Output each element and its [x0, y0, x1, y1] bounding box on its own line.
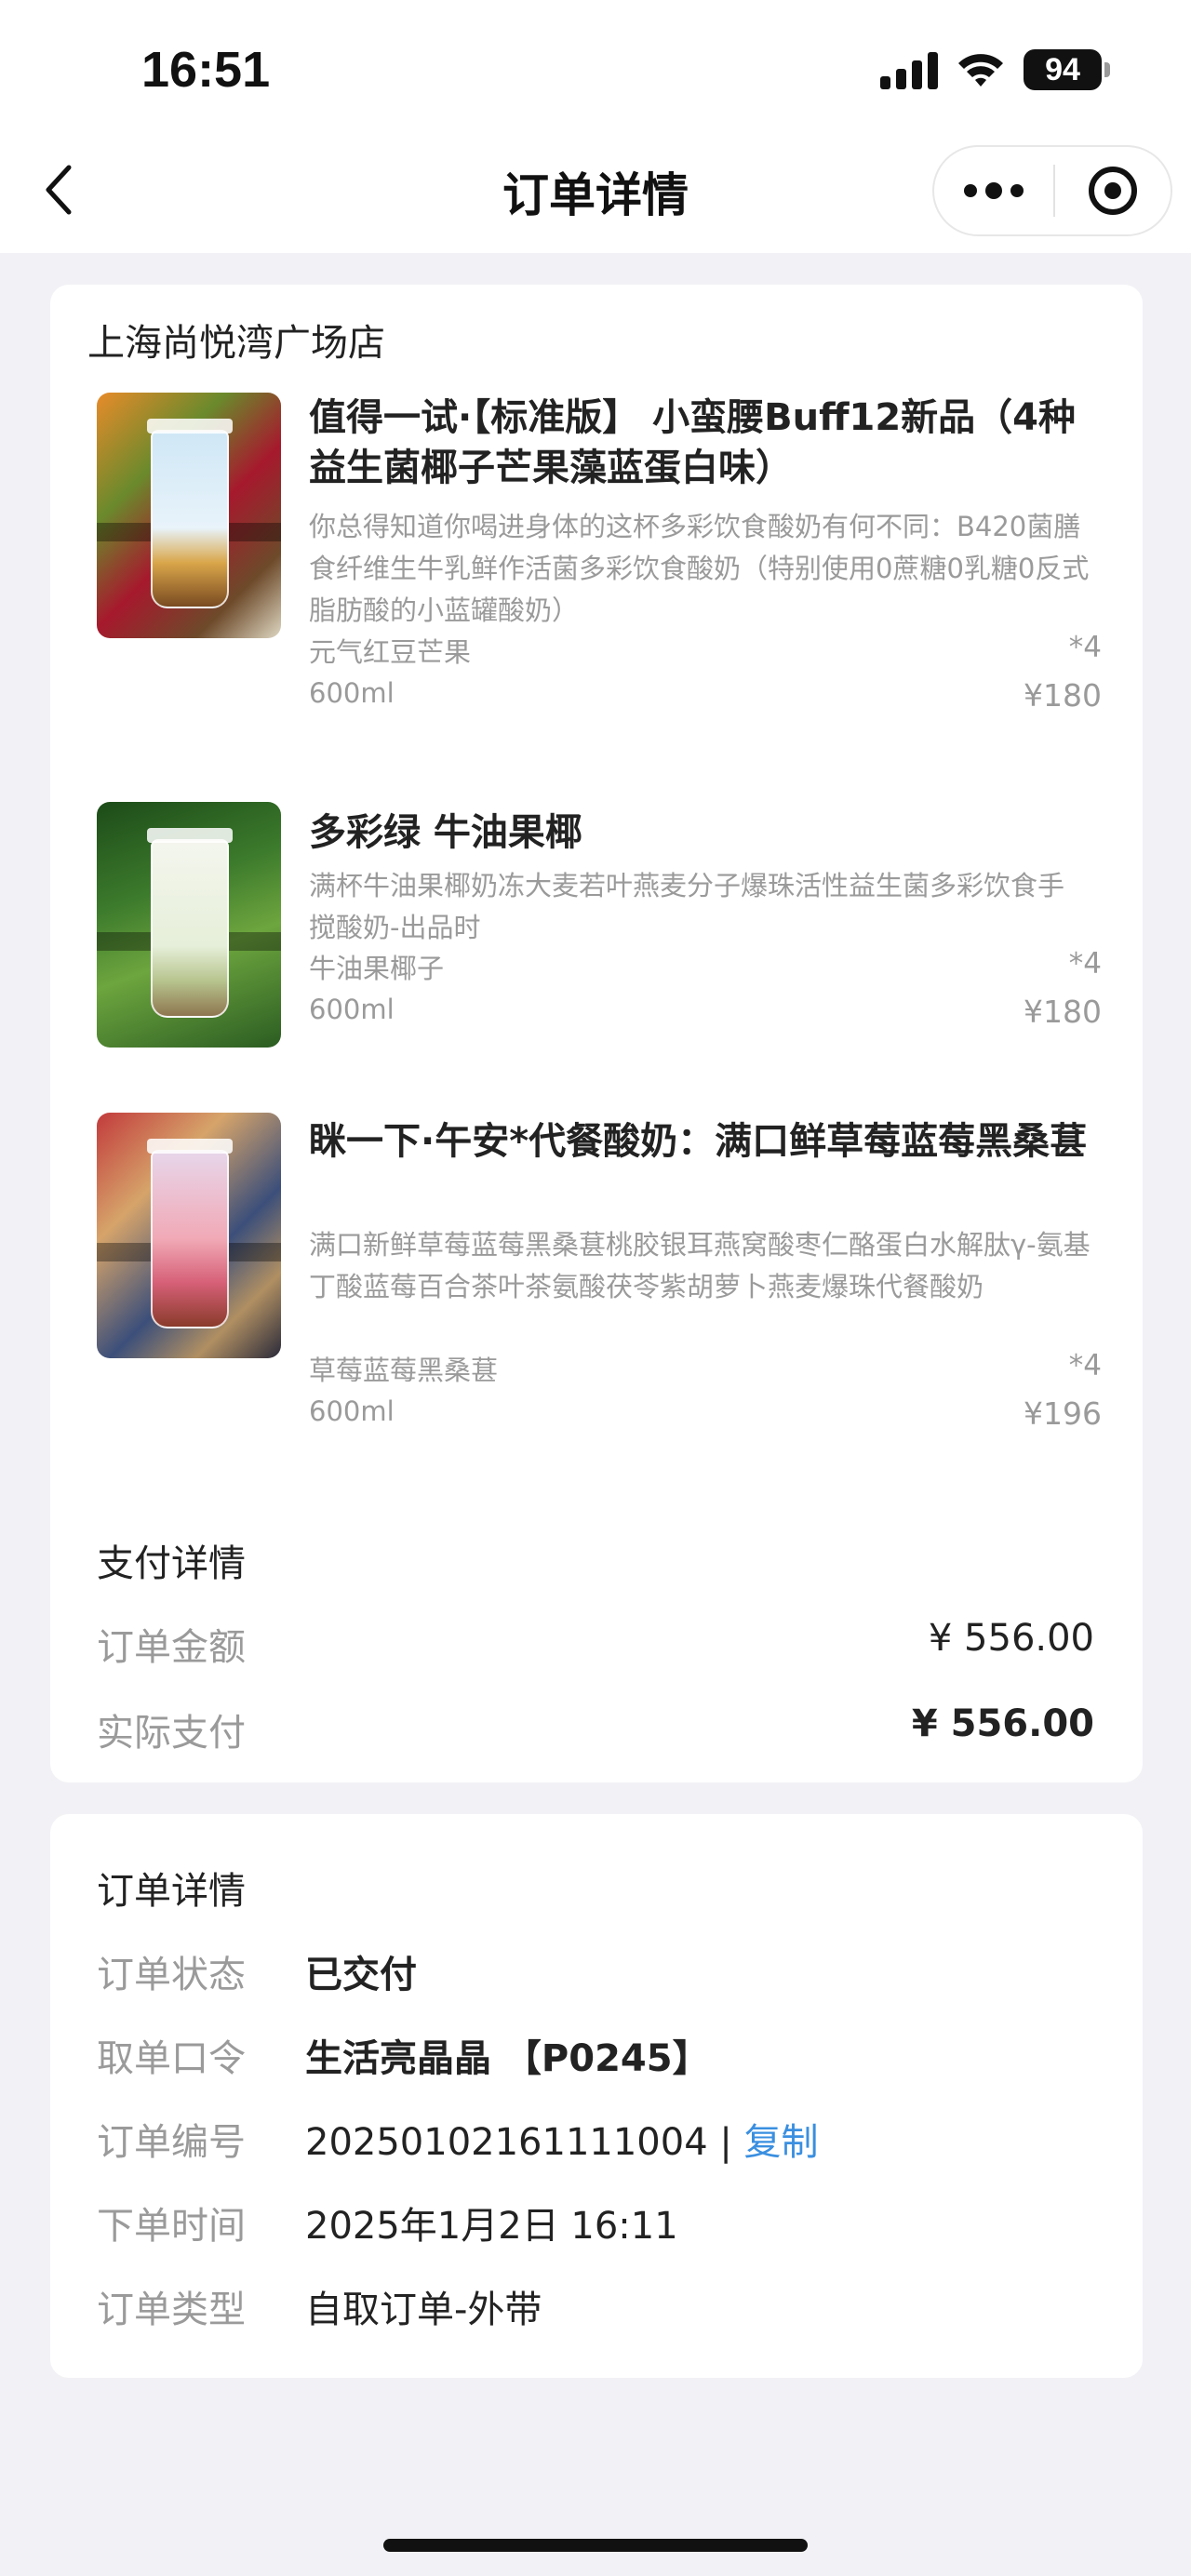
product-image — [97, 1113, 281, 1358]
pickup-code-label: 取单口令 — [97, 2037, 246, 2080]
order-time-value: 2025年1月2日 16:11 — [305, 2205, 678, 2248]
product-description: 你总得知道你喝进身体的这杯多彩饮食酸奶有何不同：B420菌膳食纤维生牛乳鲜作活菌… — [309, 511, 1090, 626]
battery-icon: 94 — [1024, 49, 1110, 90]
product-quantity: *4 — [1068, 631, 1102, 664]
order-type-value: 自取订单-外带 — [305, 2289, 542, 2331]
product-item[interactable]: 多彩绿 牛油果椰 满杯牛油果椰奶冻大麦若叶燕麦分子爆珠活性益生菌多彩饮食手搅酸奶… — [97, 802, 1102, 1062]
product-item[interactable]: 眯一下·午安*代餐酸奶：满口鲜草莓蓝莓黑桑葚 满口新鲜草莓蓝莓黑桑葚桃胶银耳燕窝… — [97, 1113, 1102, 1448]
mini-program-capsule — [932, 145, 1172, 236]
product-size: 600ml — [309, 994, 395, 1025]
product-quantity: *4 — [1068, 1349, 1102, 1382]
payment-section-title: 支付详情 — [97, 1542, 246, 1585]
product-name: 值得一试·【标准版】 小蛮腰Buff12新品（4种益生菌椰子芒果藻蓝蛋白味） — [309, 396, 1076, 489]
paid-amount-label: 实际支付 — [97, 1712, 246, 1755]
product-image — [97, 393, 281, 638]
product-price: ¥180 — [1024, 677, 1102, 714]
order-time-label: 下单时间 — [97, 2205, 246, 2248]
product-item[interactable]: 值得一试·【标准版】 小蛮腰Buff12新品（4种益生菌椰子芒果藻蓝蛋白味） 你… — [97, 393, 1102, 727]
top-bar: 16:51 94 订单详情 — [0, 0, 1191, 253]
product-size: 600ml — [309, 1395, 395, 1427]
order-items-card: 上海尚悦湾广场店 值得一试·【标准版】 小蛮腰Buff12新品（4种益生菌椰子芒… — [50, 285, 1143, 1782]
product-image — [97, 802, 281, 1048]
order-details-card: 订单详情 订单状态 已交付 取单口令 生活亮晶晶 【P0245】 订单编号 20… — [50, 1814, 1143, 2378]
product-flavor: 牛油果椰子 — [309, 953, 445, 984]
order-number-value: 20250102161111004 — [305, 2121, 708, 2164]
order-status-value: 已交付 — [305, 1954, 417, 1996]
status-icons: 94 — [880, 47, 1110, 93]
product-description: 满口新鲜草莓蓝莓黑桑葚桃胶银耳燕窝酸枣仁酪蛋白水解肽γ-氨基丁酸蓝莓百合茶叶茶氨… — [309, 1229, 1091, 1302]
product-size: 600ml — [309, 677, 395, 709]
copy-order-number-button[interactable]: 复制 — [744, 2121, 819, 2164]
close-target-icon — [1089, 167, 1137, 215]
more-dot-icon — [964, 184, 977, 197]
product-quantity: *4 — [1068, 947, 1102, 981]
home-indicator — [383, 2539, 808, 2552]
product-description: 满杯牛油果椰奶冻大麦若叶燕麦分子爆珠活性益生菌多彩饮食手搅酸奶-出品时 — [309, 870, 1065, 943]
pickup-code-value: 生活亮晶晶 【P0245】 — [305, 2037, 710, 2080]
order-amount-label: 订单金额 — [97, 1626, 246, 1669]
more-button[interactable] — [934, 147, 1053, 234]
status-time: 16:51 — [141, 42, 271, 98]
product-name: 多彩绿 牛油果椰 — [309, 811, 582, 854]
cellular-signal-icon — [880, 50, 938, 89]
product-flavor: 元气红豆芒果 — [309, 636, 472, 668]
product-name: 眯一下·午安*代餐酸奶：满口鲜草莓蓝莓黑桑葚 — [309, 1120, 1088, 1163]
order-number-row: 20250102161111004 | 复制 — [305, 2112, 819, 2166]
store-name: 上海尚悦湾广场店 — [87, 322, 385, 365]
more-dot-icon — [1010, 184, 1024, 197]
product-price: ¥180 — [1024, 994, 1102, 1030]
order-section-title: 订单详情 — [97, 1870, 246, 1913]
order-amount-value: ¥ 556.00 — [928, 1617, 1094, 1660]
close-button[interactable] — [1055, 147, 1171, 234]
more-dot-icon — [985, 182, 1002, 199]
order-type-label: 订单类型 — [97, 2289, 246, 2331]
paid-amount-value: ¥ 556.00 — [911, 1702, 1094, 1745]
order-status-label: 订单状态 — [97, 1954, 246, 1996]
product-flavor: 草莓蓝莓黑桑葚 — [309, 1355, 499, 1386]
wifi-icon — [958, 54, 1003, 87]
order-number-separator: | — [707, 2121, 744, 2164]
order-number-label: 订单编号 — [97, 2121, 246, 2164]
product-price: ¥196 — [1024, 1395, 1102, 1432]
